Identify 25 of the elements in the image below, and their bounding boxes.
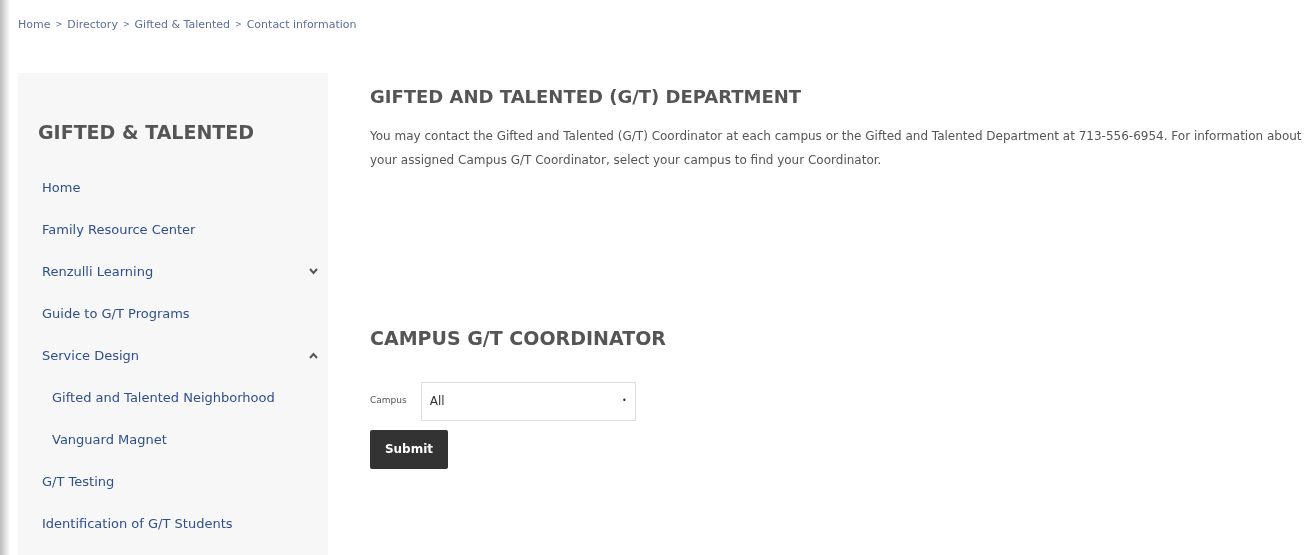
breadcrumb-link[interactable]: Contact information bbox=[246, 16, 357, 34]
section-heading: CAMPUS G/T COORDINATOR bbox=[370, 326, 667, 351]
sidebar-link[interactable]: G/T Testing bbox=[42, 471, 115, 492]
sidebar-link[interactable]: Gifted and Talented Neighborhood bbox=[52, 387, 275, 408]
chevron-up-icon[interactable] bbox=[309, 352, 318, 359]
breadcrumb-link[interactable]: Home bbox=[18, 16, 51, 34]
chevron-down-icon[interactable] bbox=[309, 268, 318, 275]
submit-button[interactable]: Submit bbox=[370, 429, 448, 469]
breadcrumb-link[interactable]: Directory bbox=[67, 16, 118, 34]
breadcrumb-separator: > bbox=[235, 19, 242, 31]
sidebar-link[interactable]: Renzulli Learning bbox=[42, 261, 154, 282]
sidebar-link[interactable]: Guide to G/T Programs bbox=[42, 303, 190, 324]
breadcrumb-link[interactable]: Gifted & Talented bbox=[134, 16, 230, 34]
campus-select[interactable]: All • bbox=[420, 381, 636, 421]
sidebar-link[interactable]: Home bbox=[42, 177, 81, 198]
field-label: Campus bbox=[370, 394, 407, 408]
section-heading: GIFTED AND TALENTED (G/T) DEPARTMENT bbox=[370, 85, 803, 109]
breadcrumb-separator: > bbox=[55, 19, 63, 31]
sidebar-link[interactable]: Identification of G/T Students bbox=[42, 513, 233, 534]
paragraph: You may contact the Gifted and Talented (G/T) Coordinator at each campus or the Gifted and Talented Department at 713-556-6954. For information about your assigned Campus G/T Coordinator, select your campus to find your Coordinator. bbox=[370, 128, 1303, 169]
sidebar-link[interactable]: Service Design bbox=[42, 345, 140, 366]
sidebar-link[interactable]: Vanguard Magnet bbox=[52, 429, 167, 450]
sidebar-title: GIFTED & TALENTED bbox=[37, 120, 256, 145]
breadcrumb-separator: > bbox=[122, 19, 130, 31]
sidebar-link[interactable]: Family Resource Center bbox=[42, 219, 196, 240]
